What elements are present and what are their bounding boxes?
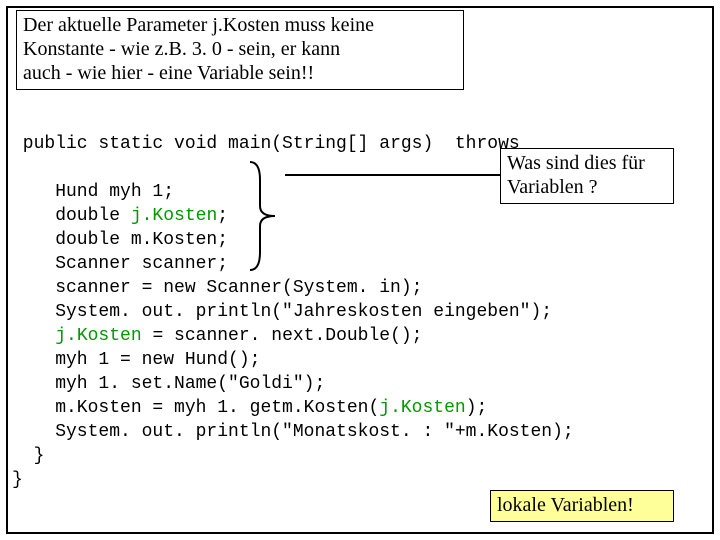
code-line: args) throws [368, 134, 519, 154]
code-line: double m.Kosten; [12, 230, 228, 250]
code-line: } [12, 470, 23, 490]
tooltip-line: auch - wie hier - eine Variable sein!! [23, 61, 457, 85]
code-line: public static void main(String[] [12, 134, 368, 154]
code-line: Hund myh 1; [12, 182, 174, 202]
code-line: } [12, 446, 44, 466]
connector-line [285, 174, 500, 176]
callout-line: Was sind dies für [507, 151, 667, 175]
callout-question: Was sind dies für Variablen ? [500, 148, 674, 204]
code-line: myh 1 = new Hund(); [12, 350, 260, 370]
tooltip-annotation: Der aktuelle Parameter j.Kosten muss kei… [16, 10, 464, 90]
code-block: public static void main(String[] args) t… [12, 108, 574, 492]
code-line [12, 326, 55, 346]
code-highlight: j.Kosten [55, 326, 141, 346]
code-line: double [12, 206, 131, 226]
code-line: myh 1. set.Name("Goldi"); [12, 374, 325, 394]
callout-line: Variablen ? [507, 175, 667, 199]
tooltip-line: Konstante - wie z.B. 3. 0 - sein, er kan… [23, 37, 457, 61]
tooltip-line: Der aktuelle Parameter j.Kosten muss kei… [23, 13, 457, 37]
code-highlight: j.Kosten [379, 398, 465, 418]
code-highlight: j.Kosten [131, 206, 217, 226]
code-line: System. out. println("Jahreskosten einge… [12, 302, 552, 322]
answer-annotation: lokale Variablen! [490, 490, 674, 522]
code-line: ; [217, 206, 228, 226]
code-line: m.Kosten = myh 1. getm.Kosten( [12, 398, 379, 418]
code-line: Scanner scanner; [12, 254, 228, 274]
brace-icon [245, 160, 285, 272]
answer-text: lokale Variablen! [497, 494, 634, 516]
code-line: = scanner. next.Double(); [142, 326, 423, 346]
code-line: scanner = new Scanner(System. in); [12, 278, 422, 298]
code-line: ); [466, 398, 488, 418]
code-line: System. out. println("Monatskost. : "+m.… [12, 422, 574, 442]
